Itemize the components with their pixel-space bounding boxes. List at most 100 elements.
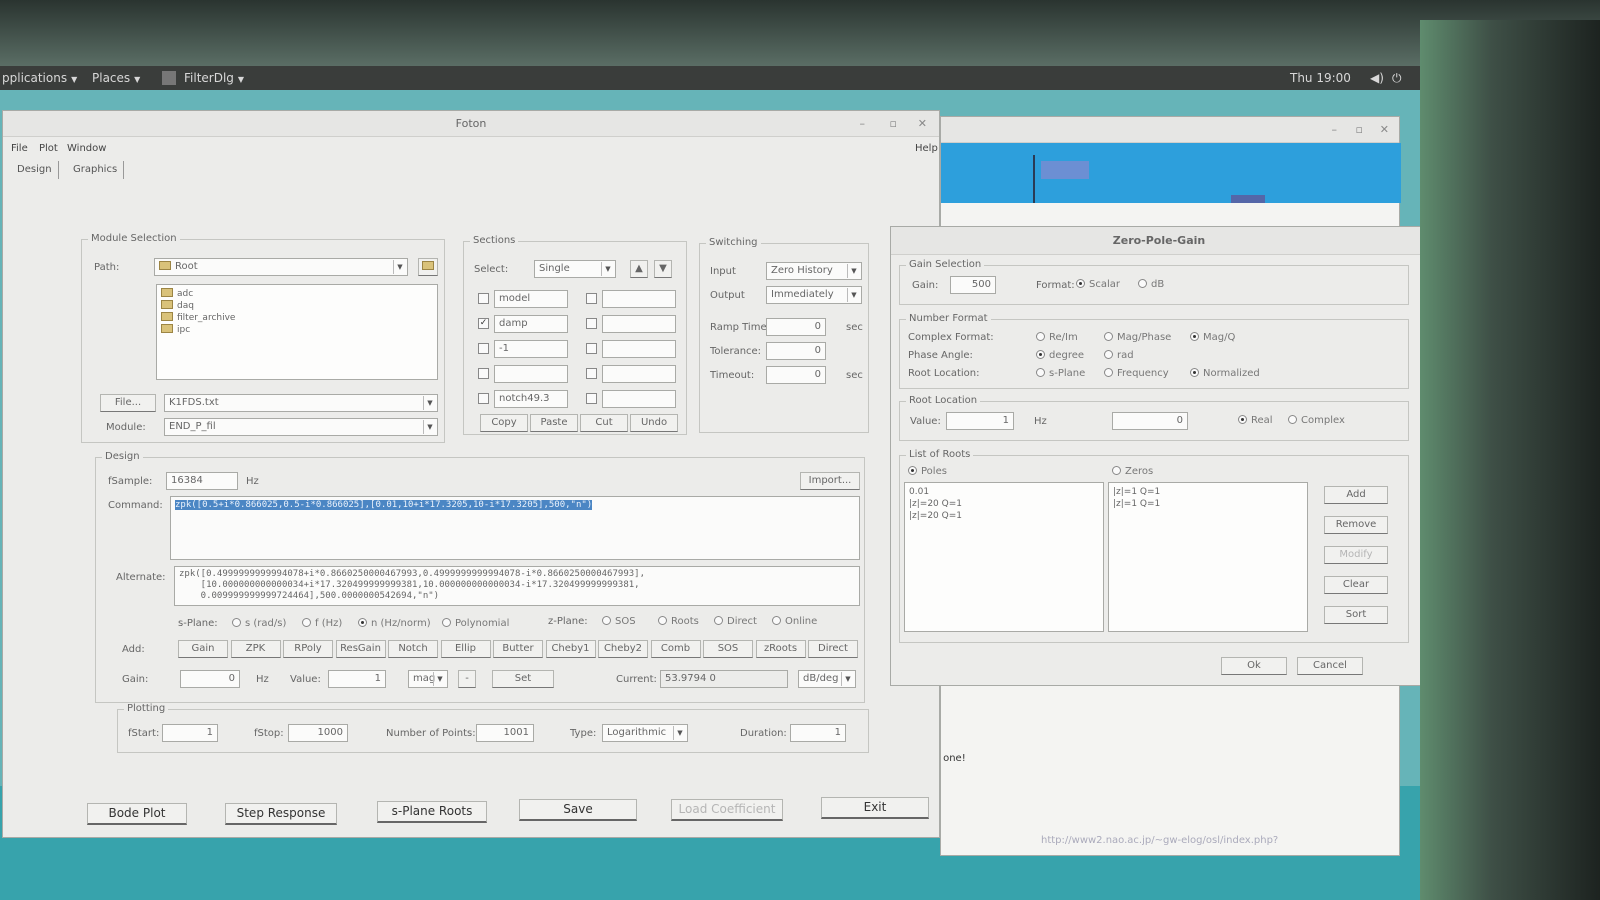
- section-name-field[interactable]: damp: [494, 315, 568, 333]
- add-zroots-button[interactable]: zRoots: [755, 640, 806, 658]
- select-combo[interactable]: Single ▼: [534, 260, 616, 278]
- applications-menu[interactable]: pplications ▼: [2, 71, 77, 85]
- section-checkbox-2[interactable]: [586, 393, 597, 404]
- splane-option-radio[interactable]: n (Hz/norm): [358, 618, 431, 629]
- file-combo[interactable]: K1FDS.txt ▼: [164, 394, 438, 412]
- rootloc-frequency-radio[interactable]: Frequency: [1104, 368, 1169, 379]
- real-radio[interactable]: Real: [1238, 415, 1273, 426]
- value-field[interactable]: 1▲▼: [328, 670, 386, 688]
- section-name2-field[interactable]: [602, 290, 676, 308]
- power-icon[interactable]: ⏻: [1392, 71, 1402, 86]
- add-cheby2-button[interactable]: Cheby2: [598, 640, 648, 658]
- import-button[interactable]: Import...: [800, 472, 860, 490]
- current-unit-combo[interactable]: dB/deg ▼: [798, 670, 856, 688]
- section-checkbox[interactable]: [478, 393, 489, 404]
- splane-roots-button[interactable]: s-Plane Roots: [377, 801, 487, 823]
- add-zpk-button[interactable]: ZPK: [230, 640, 281, 658]
- ramp-time-field[interactable]: 0▲▼: [766, 318, 826, 336]
- rootloc-normalized-radio[interactable]: Normalized: [1190, 368, 1260, 379]
- splane-option-radio[interactable]: f (Hz): [302, 618, 342, 629]
- phase-rad-radio[interactable]: rad: [1104, 350, 1134, 361]
- section-checkbox-2[interactable]: [586, 343, 597, 354]
- format-db-radio[interactable]: dB: [1138, 279, 1164, 290]
- pole-item[interactable]: 0.01: [909, 486, 1099, 498]
- load-coefficient-button[interactable]: Load Coefficient: [671, 799, 783, 821]
- zeros-radio[interactable]: Zeros: [1112, 466, 1153, 477]
- add-rpoly-button[interactable]: RPoly: [283, 640, 333, 658]
- poles-radio[interactable]: Poles: [908, 466, 947, 477]
- step-response-button[interactable]: Step Response: [225, 803, 337, 825]
- phase-degree-radio[interactable]: degree: [1036, 350, 1084, 361]
- timeout-field[interactable]: 0▲▼: [766, 366, 826, 384]
- fsample-field[interactable]: 16384: [166, 472, 238, 490]
- remove-root-button[interactable]: Remove: [1324, 516, 1388, 534]
- zpg-gain-field[interactable]: 500▲▼: [950, 276, 996, 294]
- undo-button[interactable]: Undo: [630, 414, 678, 432]
- input-combo[interactable]: Zero History ▼: [766, 262, 862, 280]
- section-name-field[interactable]: model: [494, 290, 568, 308]
- complex-magphase-radio[interactable]: Mag/Phase: [1104, 332, 1171, 343]
- menu-plot[interactable]: Plot: [39, 143, 58, 154]
- pole-item[interactable]: |z|=20 Q=1: [909, 498, 1099, 510]
- command-input[interactable]: zpk([0.5+i*0.866025,0.5-i*0.866025],[0.0…: [170, 496, 860, 560]
- close-icon[interactable]: ✕: [918, 111, 927, 137]
- ok-button[interactable]: Ok: [1221, 657, 1287, 675]
- complex-radio[interactable]: Complex: [1288, 415, 1345, 426]
- section-checkbox[interactable]: ✓: [478, 318, 489, 329]
- menu-window[interactable]: Window: [67, 143, 106, 154]
- add-direct-button[interactable]: Direct: [808, 640, 858, 658]
- root-value-field[interactable]: 1▲▼: [946, 412, 1014, 430]
- duration-field[interactable]: 1▲▼: [790, 724, 846, 742]
- complex-reim-radio[interactable]: Re/Im: [1036, 332, 1078, 343]
- sort-roots-button[interactable]: Sort: [1324, 606, 1388, 624]
- clear-roots-button[interactable]: Clear: [1324, 576, 1388, 594]
- npoints-field[interactable]: 1001▲▼: [476, 724, 534, 742]
- section-name2-field[interactable]: [602, 365, 676, 383]
- section-checkbox[interactable]: [478, 343, 489, 354]
- add-root-button[interactable]: Add: [1324, 486, 1388, 504]
- tree-item[interactable]: adc: [161, 288, 433, 300]
- add-notch-button[interactable]: Notch: [388, 640, 438, 658]
- type-combo[interactable]: Logarithmic ▼: [602, 724, 688, 742]
- move-up-button[interactable]: ▲: [630, 260, 648, 278]
- splane-option-radio[interactable]: Polynomial: [442, 618, 509, 629]
- set-button[interactable]: Set: [492, 670, 554, 688]
- section-checkbox[interactable]: [478, 293, 489, 304]
- zplane-option-radio[interactable]: Direct: [714, 616, 757, 627]
- paste-button[interactable]: Paste: [530, 414, 578, 432]
- section-name-field[interactable]: notch49.3: [494, 390, 568, 408]
- close-icon[interactable]: ✕: [1380, 117, 1389, 143]
- move-down-button[interactable]: ▼: [654, 260, 672, 278]
- add-ellip-button[interactable]: Ellip: [440, 640, 491, 658]
- rootloc-splane-radio[interactable]: s-Plane: [1036, 368, 1085, 379]
- tree-item[interactable]: filter_archive: [161, 312, 433, 324]
- directory-tree[interactable]: adc daq filter_archive ipc: [156, 284, 438, 380]
- pole-item[interactable]: |z|=20 Q=1: [909, 510, 1099, 522]
- zeros-list[interactable]: |z|=1 Q=1 |z|=1 Q=1: [1108, 482, 1308, 632]
- zero-item[interactable]: |z|=1 Q=1: [1113, 498, 1303, 510]
- file-button[interactable]: File...: [100, 394, 156, 412]
- minimize-icon[interactable]: –: [860, 111, 866, 137]
- taskbar-filterdlg[interactable]: FilterDlg ▼: [184, 71, 244, 85]
- root-value2-field[interactable]: 0▲▼: [1112, 412, 1188, 430]
- format-scalar-radio[interactable]: Scalar: [1076, 279, 1120, 290]
- section-name-field[interactable]: -1: [494, 340, 568, 358]
- add-sos-button[interactable]: SOS: [703, 640, 753, 658]
- section-name-field[interactable]: [494, 365, 568, 383]
- add-comb-button[interactable]: Comb: [650, 640, 701, 658]
- section-name2-field[interactable]: [602, 390, 676, 408]
- save-button[interactable]: Save: [519, 799, 637, 821]
- places-menu[interactable]: Places ▼: [92, 71, 140, 85]
- section-checkbox-2[interactable]: [586, 293, 597, 304]
- clock[interactable]: Thu 19:00: [1290, 71, 1351, 85]
- section-name2-field[interactable]: [602, 340, 676, 358]
- add-resgain-button[interactable]: ResGain: [335, 640, 386, 658]
- poles-list[interactable]: 0.01 |z|=20 Q=1 |z|=20 Q=1: [904, 482, 1104, 632]
- modify-root-button[interactable]: Modify: [1324, 546, 1388, 564]
- add-gain-button[interactable]: Gain: [178, 640, 228, 658]
- minimize-icon[interactable]: –: [1332, 117, 1338, 143]
- page-url[interactable]: http://www2.nao.ac.jp/~gw-elog/osl/index…: [1041, 835, 1278, 846]
- tree-item[interactable]: daq: [161, 300, 433, 312]
- tolerance-field[interactable]: 0▲▼: [766, 342, 826, 360]
- complex-magq-radio[interactable]: Mag/Q: [1190, 332, 1235, 343]
